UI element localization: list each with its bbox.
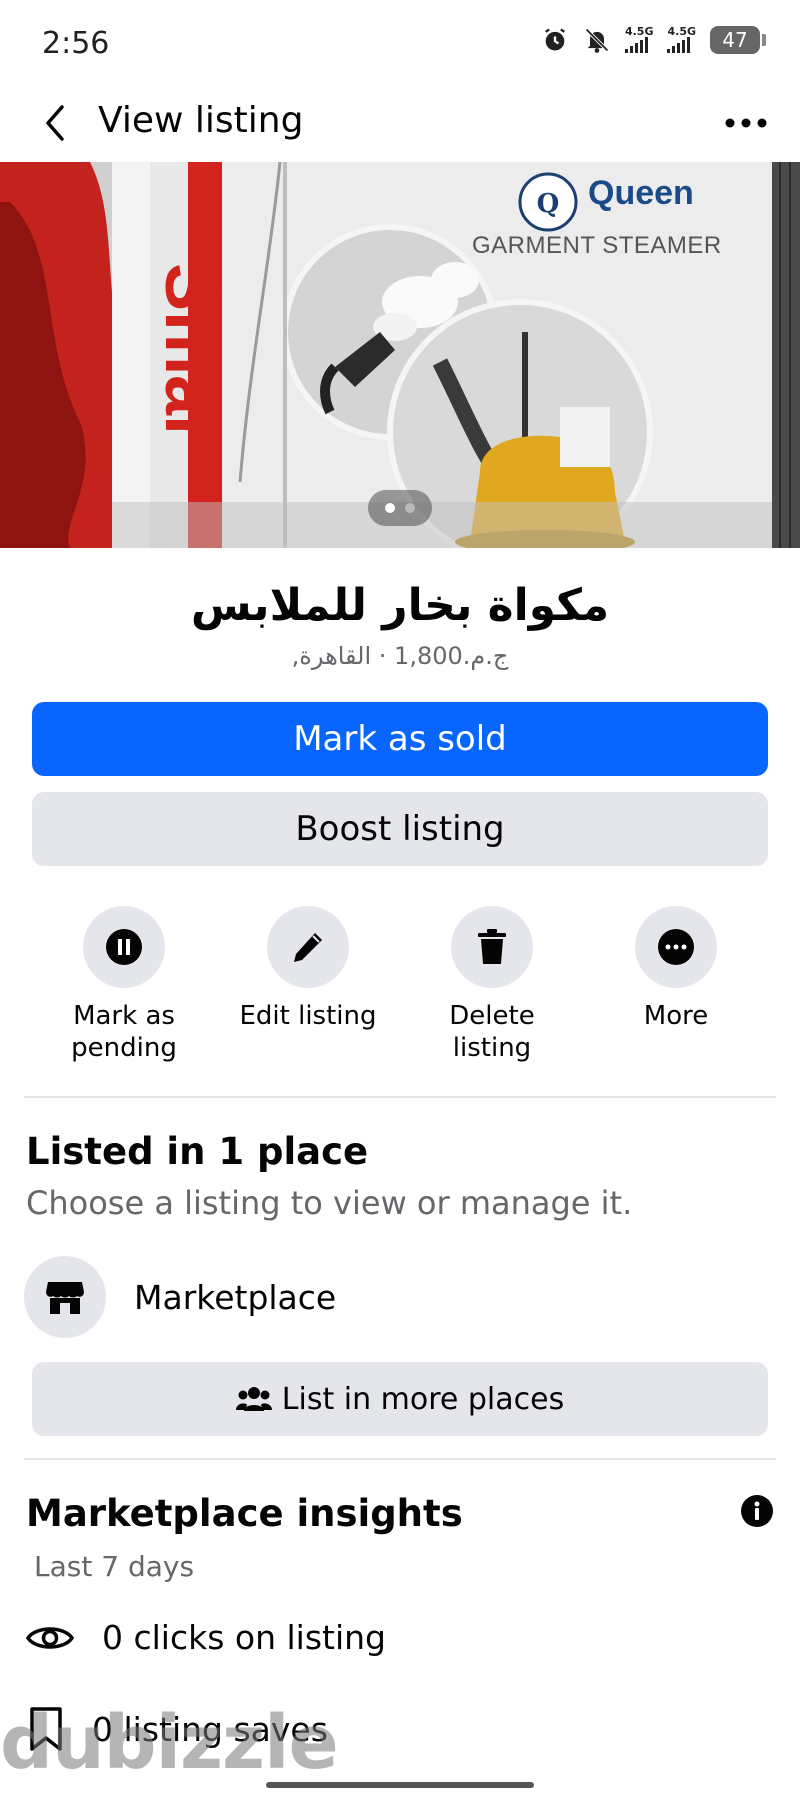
storefront-icon [46, 1282, 84, 1314]
photo-pager [368, 490, 432, 526]
action-label: Delete listing [449, 1001, 535, 1063]
app-header: View listing [0, 86, 800, 162]
clicks-insight-row: 0 clicks on listing [26, 1618, 386, 1657]
action-row: Mark as pending Edit listing Delete list… [0, 906, 800, 1066]
more-icon [658, 929, 694, 965]
delete-listing-action[interactable]: Delete listing [402, 906, 582, 1064]
edit-listing-action[interactable]: Edit listing [218, 906, 398, 1032]
divider [24, 1096, 776, 1098]
more-dots-icon [725, 118, 767, 128]
status-icons: 4.5G 4.5G 47 [541, 25, 766, 54]
battery-icon: 47 [710, 26, 766, 54]
info-icon[interactable] [740, 1494, 774, 1528]
product-text: GARMENT STEAMER [472, 232, 722, 259]
listing-title: مكواة بخار للملابس [190, 580, 610, 631]
marketplace-label: Marketplace [134, 1277, 337, 1317]
home-indicator[interactable] [266, 1782, 534, 1788]
signal-icon: 4.5G [667, 25, 696, 53]
trash-icon [478, 929, 506, 964]
action-circle [451, 906, 533, 988]
pencil-icon [294, 933, 322, 962]
pager-dot [405, 503, 415, 513]
brand-text: Queen [588, 174, 694, 212]
status-bar: 2:56 4.5G 4.5G 47 [0, 0, 800, 86]
marketplace-row[interactable]: Marketplace [24, 1256, 336, 1338]
more-options-button[interactable] [716, 98, 776, 148]
action-label: More [643, 1001, 709, 1031]
action-label: Mark as pending [71, 1001, 177, 1063]
clicks-text: 0 clicks on listing [102, 1618, 386, 1657]
eye-icon [26, 1626, 74, 1649]
action-circle [267, 906, 349, 988]
mark-as-pending-action[interactable]: Mark as pending [34, 906, 214, 1064]
back-button[interactable] [30, 98, 80, 148]
network-type-1: 4.5G [624, 25, 654, 38]
mark-as-sold-button[interactable]: Mark as sold [32, 702, 768, 776]
back-arrow-icon [46, 105, 64, 141]
page-title: View listing [98, 100, 304, 141]
list-in-more-places-label: List in more places [281, 1381, 565, 1417]
group-icon [235, 1387, 272, 1411]
action-circle [83, 906, 165, 988]
network-type-2: 4.5G [667, 25, 696, 38]
boost-listing-button[interactable]: Boost listing [32, 792, 768, 866]
insights-title: Marketplace insights [26, 1492, 463, 1535]
alarm-icon [544, 28, 565, 51]
listed-in-subtitle: Choose a listing to view or manage it. [26, 1184, 633, 1222]
signal-icon: 4.5G [624, 25, 654, 53]
marketplace-icon-circle [24, 1256, 106, 1338]
status-time: 2:56 [42, 26, 110, 61]
pause-icon [106, 929, 142, 965]
divider [24, 1458, 776, 1460]
listing-price-location: ج.م.1,800 · القاهرة, [291, 642, 509, 670]
more-action[interactable]: More [586, 906, 766, 1032]
battery-level: 47 [722, 28, 748, 52]
insights-period: Last 7 days [34, 1550, 195, 1583]
pager-dot-active [385, 503, 395, 513]
list-in-more-places-button[interactable]: List in more places [32, 1362, 768, 1436]
side-brand-text: Smar [150, 262, 230, 444]
mute-icon [585, 28, 609, 53]
dubizzle-watermark: dubizzle [0, 1700, 339, 1786]
action-label: Edit listing [239, 1001, 377, 1031]
listed-in-title: Listed in 1 place [26, 1130, 369, 1173]
listing-photo[interactable]: Q Queen GARMENT STEAMER Smar [0, 162, 800, 548]
svg-text:Q: Q [537, 189, 560, 219]
action-circle [635, 906, 717, 988]
